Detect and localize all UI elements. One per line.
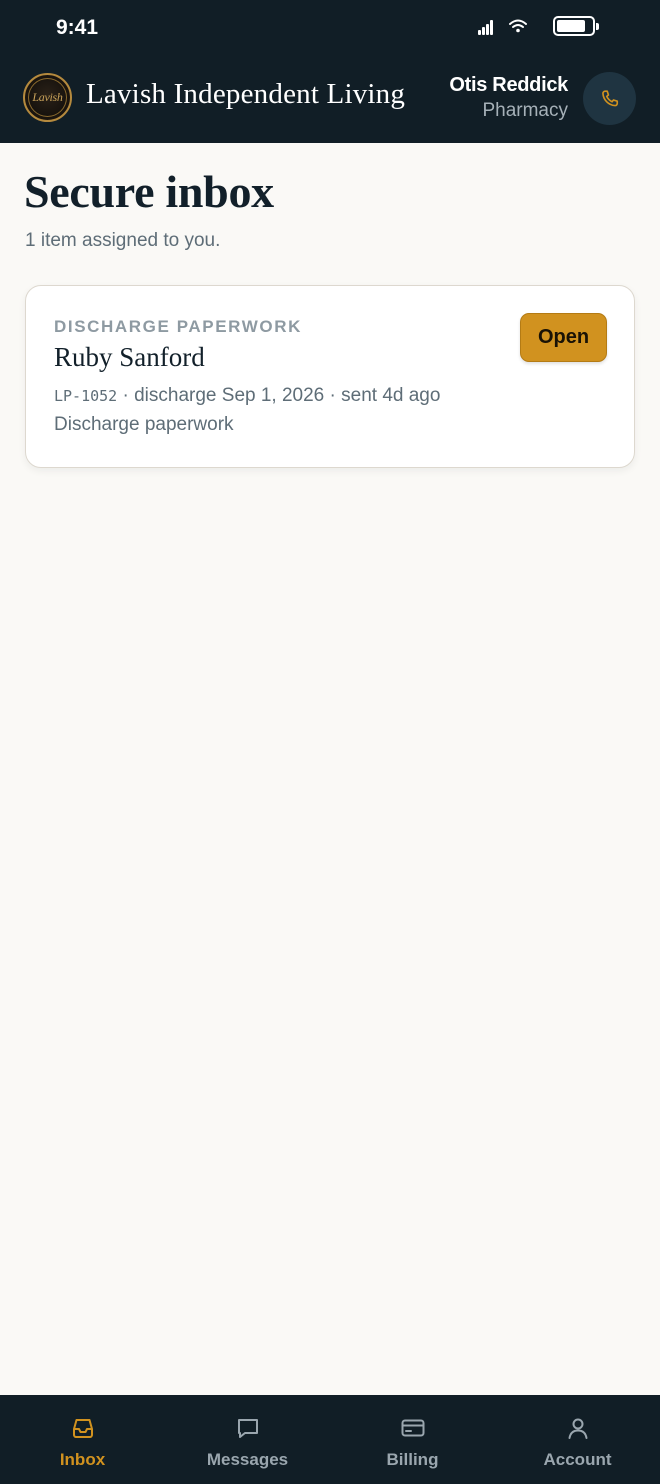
item-category: DISCHARGE PAPERWORK: [54, 317, 302, 336]
brand-title: Lavish Independent Living: [86, 78, 406, 110]
meta-separator: ·: [122, 385, 129, 406]
call-button[interactable]: [583, 72, 636, 125]
bottom-nav: Inbox Messages Billing Account: [0, 1395, 660, 1484]
brand-logo[interactable]: Lavish: [23, 73, 72, 122]
nav-label: Billing: [386, 1450, 439, 1469]
item-discharge-date: discharge Sep 1, 2026: [134, 385, 325, 406]
nav-item-account[interactable]: Account: [495, 1395, 660, 1484]
status-time: 9:41: [56, 16, 99, 39]
item-description: Discharge paperwork: [54, 414, 234, 435]
nav-label: Inbox: [59, 1450, 106, 1469]
meta-separator: ·: [329, 385, 336, 406]
nav-item-messages[interactable]: Messages: [165, 1395, 330, 1484]
user-icon: [568, 1418, 587, 1439]
page-title: Secure inbox: [24, 166, 274, 217]
phone-icon: [601, 89, 618, 106]
battery-icon: [553, 16, 599, 36]
nav-item-billing[interactable]: Billing: [330, 1395, 495, 1484]
user-role: Pharmacy: [482, 100, 568, 121]
message-icon: [237, 1419, 258, 1438]
open-button[interactable]: Open: [520, 313, 607, 362]
top-header: 9:41 Lavish Lavish Independent Living Ot…: [0, 0, 660, 143]
user-info: Otis Reddick Pharmacy: [449, 74, 568, 122]
app-bar: Lavish Lavish Independent Living Otis Re…: [0, 56, 660, 143]
page-subtitle: 1 item assigned to you.: [25, 230, 221, 251]
inbox-icon: [72, 1419, 93, 1438]
credit-card-icon: [401, 1419, 424, 1437]
main-content: Secure inbox 1 item assigned to you. DIS…: [0, 143, 660, 1395]
wifi-icon: [509, 19, 527, 33]
nav-label: Messages: [206, 1450, 289, 1469]
item-meta: LP-1052 · discharge Sep 1, 2026 · sent 4…: [54, 385, 440, 407]
item-sent-time: sent 4d ago: [341, 385, 441, 406]
status-bar: 9:41: [0, 0, 660, 56]
logo-text: Lavish: [32, 90, 63, 104]
nav-label: Account: [543, 1450, 612, 1469]
status-icons: [478, 16, 608, 38]
inbox-item-card[interactable]: DISCHARGE PAPERWORK Ruby Sanford LP-1052…: [25, 285, 635, 468]
item-patient-name: Ruby Sanford: [54, 342, 205, 372]
item-id: LP-1052: [54, 387, 118, 405]
user-name: Otis Reddick: [449, 74, 568, 96]
nav-item-inbox[interactable]: Inbox: [0, 1395, 165, 1484]
cellular-signal-icon: [478, 19, 496, 35]
